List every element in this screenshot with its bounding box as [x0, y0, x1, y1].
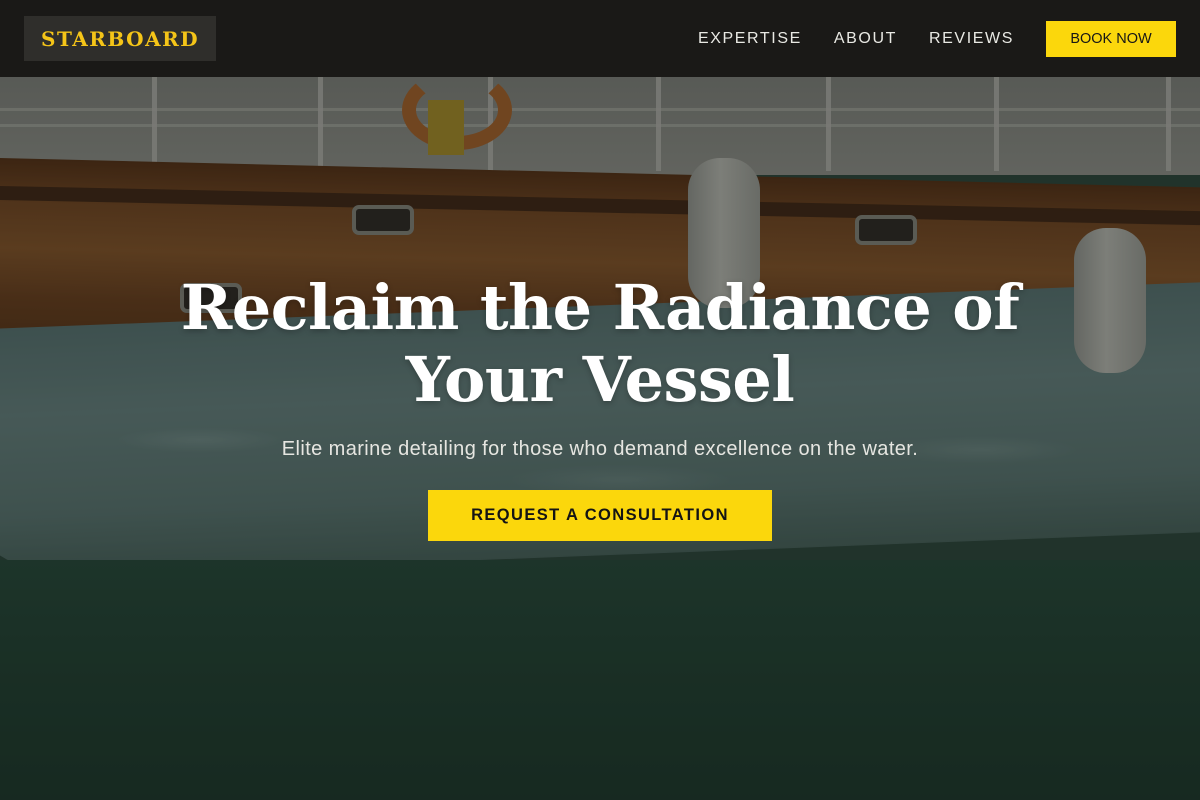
request-consultation-button[interactable]: REQUEST A CONSULTATION	[428, 490, 772, 541]
brand-logo[interactable]: STARBOARD	[24, 16, 217, 61]
nav-link-expertise[interactable]: EXPERTISE	[698, 30, 802, 48]
nav-link-reviews[interactable]: REVIEWS	[929, 30, 1014, 48]
hero-subtitle: Elite marine detailing for those who dem…	[281, 438, 919, 460]
nav-link-about[interactable]: ABOUT	[834, 30, 897, 48]
top-navbar: STARBOARD EXPERTISE ABOUT REVIEWS BOOK N…	[0, 0, 1200, 77]
hero-headline: Reclaim the Radiance of Your Vessel	[180, 271, 1020, 416]
brand-logo-text: STARBOARD	[41, 26, 200, 51]
nav-links: EXPERTISE ABOUT REVIEWS BOOK NOW	[698, 20, 1176, 57]
book-now-button[interactable]: BOOK NOW	[1046, 20, 1176, 57]
hero-content: Reclaim the Radiance of Your Vessel Elit…	[0, 272, 1200, 541]
